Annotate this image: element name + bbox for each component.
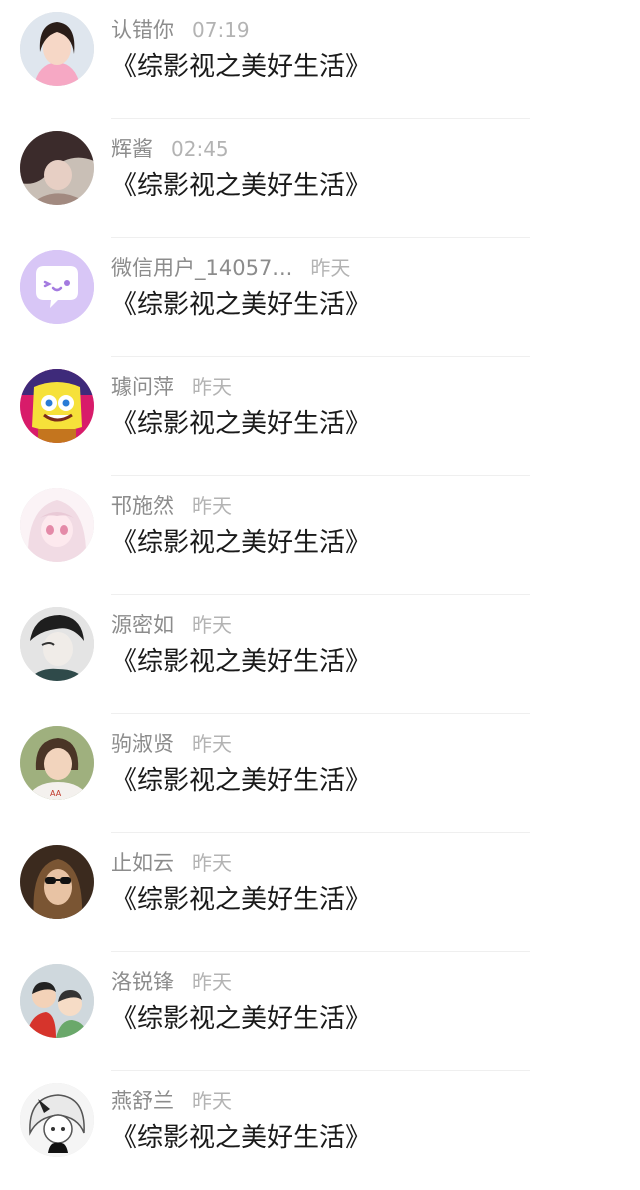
message-item[interactable]: 止如云 昨天 《综影视之美好生活》 (0, 833, 640, 952)
sender-name: 驹淑贤 (111, 732, 174, 756)
message-item[interactable]: 璩问萍 昨天 《综影视之美好生活》 (0, 357, 640, 476)
avatar[interactable] (20, 488, 94, 562)
message-item[interactable]: 邗施然 昨天 《综影视之美好生活》 (0, 476, 640, 595)
message-meta: 微信用户_14057... 昨天 (111, 254, 350, 282)
message-preview: 《综影视之美好生活》 (111, 171, 372, 201)
message-meta: 源密如 昨天 (111, 611, 232, 639)
message-preview: 《综影视之美好生活》 (111, 885, 372, 915)
message-time: 昨天 (192, 732, 232, 756)
message-time: 昨天 (192, 613, 232, 637)
sender-name: 源密如 (111, 613, 174, 637)
sender-name: 邗施然 (111, 494, 174, 518)
message-time: 昨天 (192, 494, 232, 518)
girl-selfie-avatar-icon: AA (20, 726, 94, 800)
sender-name: 洛锐锋 (111, 970, 174, 994)
message-meta: 辉酱 02:45 (111, 135, 229, 163)
message-item[interactable]: 燕舒兰 昨天 《综影视之美好生活》 (0, 1071, 640, 1190)
message-item[interactable]: AA 驹淑贤 昨天 《综影视之美好生活》 (0, 714, 640, 833)
sender-name: 燕舒兰 (111, 1089, 174, 1113)
boy-sketch-avatar-icon (20, 607, 94, 681)
woman-sunglasses-avatar-icon (20, 845, 94, 919)
message-time: 昨天 (192, 1089, 232, 1113)
avatar[interactable] (20, 964, 94, 1038)
message-meta: 止如云 昨天 (111, 849, 232, 877)
message-time: 昨天 (192, 851, 232, 875)
message-time: 07:19 (192, 18, 250, 42)
message-meta: 认错你 07:19 (111, 16, 250, 44)
avatar[interactable]: AA (20, 726, 94, 800)
message-meta: 洛锐锋 昨天 (111, 968, 232, 996)
message-preview: 《综影视之美好生活》 (111, 52, 372, 82)
wechat-default-avatar-icon (20, 250, 94, 324)
avatar[interactable] (20, 250, 94, 324)
avatar[interactable] (20, 369, 94, 443)
svg-text:AA: AA (50, 789, 62, 798)
avatar[interactable] (20, 607, 94, 681)
message-preview: 《综影视之美好生活》 (111, 766, 372, 796)
sender-name: 辉酱 (111, 137, 153, 161)
message-item[interactable]: 认错你 07:19 《综影视之美好生活》 (0, 0, 640, 119)
message-preview: 《综影视之美好生活》 (111, 1004, 372, 1034)
sender-name: 止如云 (111, 851, 174, 875)
avatar[interactable] (20, 845, 94, 919)
avatar[interactable] (20, 1083, 94, 1157)
message-time: 昨天 (192, 375, 232, 399)
message-item[interactable]: 洛锐锋 昨天 《综影视之美好生活》 (0, 952, 640, 1071)
message-meta: 燕舒兰 昨天 (111, 1087, 232, 1115)
message-item[interactable]: 辉酱 02:45 《综影视之美好生活》 (0, 119, 640, 238)
message-preview: 《综影视之美好生活》 (111, 647, 372, 677)
message-time: 昨天 (310, 256, 351, 280)
message-item[interactable]: 源密如 昨天 《综影视之美好生活》 (0, 595, 640, 714)
message-preview: 《综影视之美好生活》 (111, 290, 372, 320)
user-avatar-icon (20, 131, 94, 205)
message-meta: 邗施然 昨天 (111, 492, 232, 520)
sender-name: 微信用户_14057... (111, 256, 293, 280)
message-time: 昨天 (192, 970, 232, 994)
message-time: 02:45 (171, 137, 229, 161)
anime-girl-avatar-icon (20, 488, 94, 562)
message-meta: 驹淑贤 昨天 (111, 730, 232, 758)
spongebob-avatar-icon (20, 369, 94, 443)
message-list: 认错你 07:19 《综影视之美好生活》 辉酱 02:45 《综影视之美好生活》 (0, 0, 640, 1175)
user-avatar-icon (20, 12, 94, 86)
message-meta: 璩问萍 昨天 (111, 373, 232, 401)
message-preview: 《综影视之美好生活》 (111, 409, 372, 439)
sender-name: 认错你 (111, 18, 174, 42)
avatar[interactable] (20, 131, 94, 205)
message-preview: 《综影视之美好生活》 (111, 528, 372, 558)
sender-name: 璩问萍 (111, 375, 174, 399)
avatar[interactable] (20, 12, 94, 86)
anime-sketch-avatar-icon (20, 1083, 94, 1157)
message-item[interactable]: 微信用户_14057... 昨天 《综影视之美好生活》 (0, 238, 640, 357)
message-preview: 《综影视之美好生活》 (111, 1123, 372, 1153)
two-kids-avatar-icon (20, 964, 94, 1038)
